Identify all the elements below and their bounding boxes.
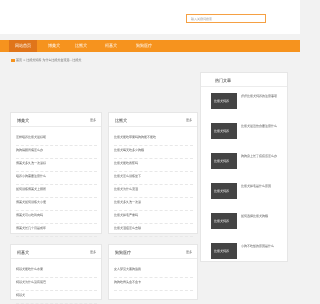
section-header: 柯基犬 更多 <box>11 245 101 259</box>
list-item[interactable]: 比熊犬每天吃多少狗粮 <box>114 146 193 159</box>
list-item[interactable]: 博美犬可以吃鸡肉吗 <box>16 211 97 224</box>
nav-item-corgi[interactable]: 柯基犬 <box>97 40 125 52</box>
section-header: 狗狗医疗 更多 <box>109 245 197 259</box>
list-item[interactable]: 狗狗吃骨头会不会卡 <box>114 278 193 291</box>
header: 输入关键词搜索 <box>0 0 300 34</box>
main-nav: 网站首页 博美犬 比熊犬 柯基犬 狗狗医疗 <box>0 40 300 52</box>
sidebar-article[interactable]: 比熊犬饲养 如何选择比熊犬狗粮 <box>211 213 287 229</box>
list-item[interactable]: 比熊犬怎么训练坐下 <box>114 172 193 185</box>
nav-item-home[interactable]: 网站首页 <box>9 40 37 52</box>
more-link[interactable]: 更多 <box>90 250 96 254</box>
article-title[interactable]: 比熊犬掉毛是什么原因 <box>241 184 287 189</box>
sidebar-header: 热门文章 <box>201 73 287 87</box>
article-thumbnail[interactable]: 比熊犬饲养 <box>211 93 237 109</box>
thumbnail-label: 比熊犬饲养 <box>214 129 230 133</box>
list-item[interactable]: 博美犬如何训练大小便 <box>16 198 97 211</box>
sidebar-article[interactable]: 比熊犬饲养 小狗不吃饭的原因是什么 <box>211 243 287 259</box>
article-list: 比熊犬能吃苹果吗狗狗能不能吃 比熊犬每天吃多少狗粮 比熊犬能吃香蕉吗 比熊犬怎么… <box>114 133 193 237</box>
search-placeholder: 输入关键词搜索 <box>191 17 213 21</box>
more-link[interactable]: 更多 <box>186 118 192 122</box>
article-thumbnail[interactable]: 比熊犬饲养 <box>211 183 237 199</box>
more-link[interactable]: 更多 <box>90 118 96 122</box>
list-item[interactable]: 比熊犬多久洗一次澡 <box>114 198 193 211</box>
sidebar-hot-articles: 热门文章 比熊犬饲养 乔乔比熊犬饲养的注意事项 比熊犬饲养 比熊犬最近饮食要注意… <box>200 72 288 262</box>
section-title: 博美犬 <box>17 118 29 123</box>
thumbnail-label: 比熊犬饲养 <box>214 99 230 103</box>
sidebar-article[interactable]: 比熊犬饲养 乔乔比熊犬饲养的注意事项 <box>211 93 287 109</box>
sidebar-title: 热门文章 <box>215 78 231 83</box>
search-input[interactable]: 输入关键词搜索 <box>186 14 266 23</box>
more-link[interactable]: 更多 <box>186 250 192 254</box>
article-thumbnail[interactable]: 比熊犬饲养 <box>211 153 237 169</box>
thumbnail-label: 比熊犬饲养 <box>214 159 230 163</box>
list-item[interactable]: 博美犬多久洗一次澡好 <box>16 159 97 172</box>
section-title: 狗狗医疗 <box>115 250 131 255</box>
article-list: 怎样喂养比熊犬最好呢 狗狗得肠胃病怎么办 博美犬多久洗一次澡好 喂养小狗需要注意… <box>16 133 97 237</box>
home-icon <box>11 58 15 62</box>
section-header: 博美犬 更多 <box>11 113 101 127</box>
section-panel-dog-medical: 狗狗医疗 更多 女人梦见大黑狗追我 狗狗吃骨头会不会卡 <box>108 244 198 300</box>
article-thumbnail[interactable]: 比熊犬饲养 <box>211 213 237 229</box>
article-title[interactable]: 乔乔比熊犬饲养的注意事项 <box>241 94 287 99</box>
list-item[interactable]: 怎样喂养比熊犬最好呢 <box>16 133 97 146</box>
article-thumbnail[interactable]: 比熊犬饲养 <box>211 123 237 139</box>
thumbnail-label: 比熊犬饲养 <box>214 219 230 223</box>
nav-item-pomeranian[interactable]: 博美犬 <box>37 40 71 52</box>
section-panel-corgi: 柯基犬 更多 柯基犬能吃什么水果 柯基犬为什么没有尾巴 柯基犬 <box>10 244 102 304</box>
nav-item-bichon[interactable]: 比熊犬 <box>67 40 95 52</box>
sidebar-article[interactable]: 比熊犬饲养 比熊犬掉毛是什么原因 <box>211 183 287 199</box>
section-panel-bichon: 比熊犬 更多 比熊犬能吃苹果吗狗狗能不能吃 比熊犬每天吃多少狗粮 比熊犬能吃香蕉… <box>108 112 198 237</box>
list-item[interactable]: 喂养小狗需要注意什么 <box>16 172 97 185</box>
list-item[interactable]: 比熊犬能吃苹果吗狗狗能不能吃 <box>114 133 193 146</box>
list-item[interactable]: 柯基犬能吃什么水果 <box>16 265 97 278</box>
article-title[interactable]: 狗狗身上长了痘痘该怎么办 <box>241 154 287 159</box>
article-title[interactable]: 比熊犬最近饮食要注意什么 <box>241 124 287 129</box>
thumbnail-label: 比熊犬饲养 <box>214 249 230 253</box>
list-item[interactable]: 柯基犬为什么没有尾巴 <box>16 278 97 291</box>
list-item[interactable]: 女人梦见大黑狗追我 <box>114 265 193 278</box>
article-list: 女人梦见大黑狗追我 狗狗吃骨头会不会卡 <box>114 265 193 291</box>
breadcrumb: 首页 > 比熊犬饲养 为什么比熊犬会流泪…比熊犬 <box>11 56 191 65</box>
list-item[interactable]: 柯基犬 <box>16 291 97 304</box>
sidebar-article[interactable]: 比熊犬饲养 狗狗身上长了痘痘该怎么办 <box>211 153 287 169</box>
list-item[interactable]: 博美犬长几个月是成年 <box>16 224 97 237</box>
article-title[interactable]: 小狗不吃饭的原因是什么 <box>241 244 287 249</box>
section-title: 柯基犬 <box>17 250 29 255</box>
list-item[interactable]: 比熊犬掉毛严重吗 <box>114 211 193 224</box>
list-item[interactable]: 如何训练博美犬上厕所 <box>16 185 97 198</box>
list-item[interactable]: 狗狗得肠胃病怎么办 <box>16 146 97 159</box>
list-item[interactable]: 比熊犬能吃香蕉吗 <box>114 159 193 172</box>
section-panel-pomeranian: 博美犬 更多 怎样喂养比熊犬最好呢 狗狗得肠胃病怎么办 博美犬多久洗一次澡好 喂… <box>10 112 102 237</box>
breadcrumb-text[interactable]: 首页 > 比熊犬饲养 为什么比熊犬会流泪…比熊犬 <box>16 58 81 62</box>
sidebar-article[interactable]: 比熊犬饲养 比熊犬最近饮食要注意什么 <box>211 123 287 139</box>
list-item[interactable]: 比熊犬泪痕怎么去除 <box>114 224 193 237</box>
article-thumbnail[interactable]: 比熊犬饲养 <box>211 243 237 259</box>
section-title: 比熊犬 <box>115 118 127 123</box>
thumbnail-label: 比熊犬饲养 <box>214 189 230 193</box>
nav-item-dog-medical[interactable]: 狗狗医疗 <box>127 40 161 52</box>
article-list: 柯基犬能吃什么水果 柯基犬为什么没有尾巴 柯基犬 <box>16 265 97 304</box>
article-title[interactable]: 如何选择比熊犬狗粮 <box>241 214 287 219</box>
section-header: 比熊犬 更多 <box>109 113 197 127</box>
list-item[interactable]: 比熊犬为什么流泪 <box>114 185 193 198</box>
